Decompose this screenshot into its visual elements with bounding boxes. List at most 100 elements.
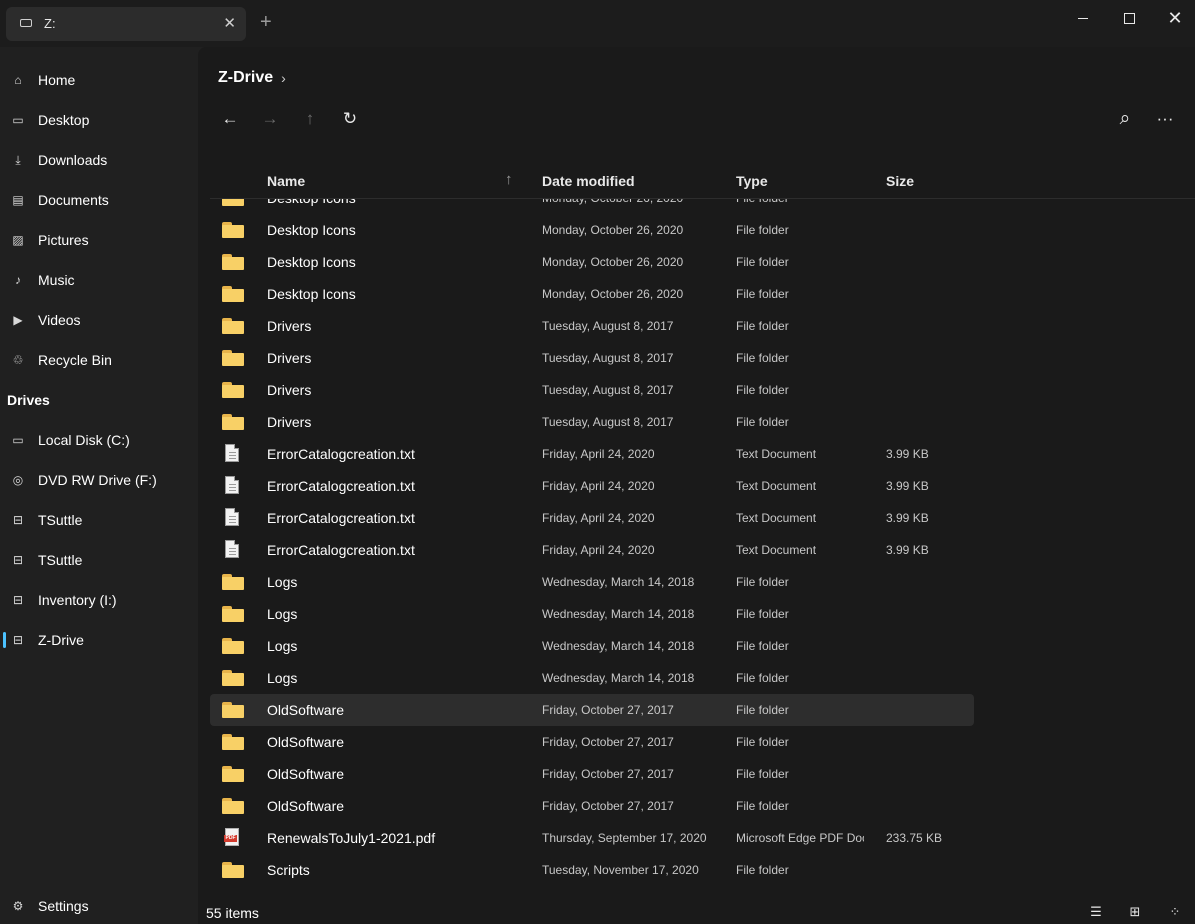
tab-close-icon[interactable]: ✕ bbox=[223, 14, 236, 32]
sidebar-drive-local-disk-c[interactable]: ▭ Local Disk (C:) bbox=[0, 422, 198, 458]
file-name: OldSoftware bbox=[267, 766, 345, 782]
main-pane: Z-Drive › ← → ↑ ↻ ⌕ ··· Name ↑ Date modi… bbox=[198, 47, 1195, 924]
forward-button[interactable]: → bbox=[258, 107, 282, 131]
column-header-name[interactable]: Name bbox=[267, 173, 305, 189]
file-type: File folder bbox=[736, 575, 789, 589]
sidebar-drive-tsuttle[interactable]: ⊟ TSuttle bbox=[0, 502, 198, 538]
file-row[interactable]: OldSoftware Friday, October 27, 2017 File … bbox=[210, 726, 974, 758]
file-type: File folder bbox=[736, 383, 789, 397]
file-row[interactable]: Drivers Tuesday, August 8, 2017 File folde… bbox=[210, 406, 974, 438]
sidebar-drive-tsuttle[interactable]: ⊟ TSuttle bbox=[0, 542, 198, 578]
file-type: Microsoft Edge PDF Document bbox=[736, 831, 864, 845]
sidebar-item-desktop[interactable]: ▭ Desktop bbox=[0, 102, 198, 138]
file-name: Drivers bbox=[267, 414, 312, 430]
file-size: 3.99 KB bbox=[886, 447, 929, 461]
minimize-button[interactable] bbox=[1068, 6, 1098, 30]
file-name: ErrorCatalogcreation.txt bbox=[267, 542, 415, 558]
file-name: Logs bbox=[267, 574, 298, 590]
column-header-type[interactable]: Type bbox=[736, 173, 768, 189]
title-bar: Z: ✕ + ✕ bbox=[0, 0, 1195, 47]
folder-icon bbox=[222, 605, 244, 623]
file-type: File folder bbox=[736, 735, 789, 749]
close-window-button[interactable]: ✕ bbox=[1160, 6, 1190, 30]
sidebar-drive-dvd-rw-drive-f[interactable]: ◎ DVD RW Drive (F:) bbox=[0, 462, 198, 498]
folder-icon bbox=[222, 349, 244, 367]
pdf-file-icon: PDF bbox=[224, 828, 239, 846]
details-view-icon[interactable]: ☰ bbox=[1087, 903, 1105, 921]
new-tab-button[interactable]: + bbox=[260, 11, 272, 34]
file-row[interactable]: ErrorCatalogcreation.txt Friday, April 24… bbox=[210, 470, 974, 502]
file-name: Drivers bbox=[267, 318, 312, 334]
file-row[interactable]: Drivers Tuesday, August 8, 2017 File folde… bbox=[210, 310, 974, 342]
breadcrumb-item-z-drive[interactable]: Z-Drive bbox=[218, 69, 273, 87]
file-row[interactable]: Desktop Icons Monday, October 26, 2020 Fil… bbox=[210, 214, 974, 246]
file-row[interactable]: ErrorCatalogcreation.txt Friday, April 24… bbox=[210, 438, 974, 470]
network-drive-icon: ⊟ bbox=[12, 513, 24, 527]
network-drive-icon: ⊟ bbox=[12, 593, 24, 607]
refresh-button[interactable]: ↻ bbox=[338, 107, 362, 131]
item-count: 55 items bbox=[206, 905, 259, 921]
settings-button[interactable]: ⚙ Settings bbox=[0, 888, 198, 924]
file-name: Logs bbox=[267, 638, 298, 654]
file-row[interactable]: Logs Wednesday, March 14, 2018 File folder bbox=[210, 630, 974, 662]
desktop-icon: ▭ bbox=[12, 113, 24, 127]
file-row[interactable]: Drivers Tuesday, August 8, 2017 File folde… bbox=[210, 374, 974, 406]
maximize-button[interactable] bbox=[1114, 6, 1144, 30]
back-button[interactable]: ← bbox=[218, 107, 242, 131]
up-button[interactable]: ↑ bbox=[298, 107, 322, 131]
sidebar-drive-inventory-i[interactable]: ⊟ Inventory (I:) bbox=[0, 582, 198, 618]
file-row[interactable]: ErrorCatalogcreation.txt Friday, April 24… bbox=[210, 534, 974, 566]
file-row[interactable]: Drivers Tuesday, August 8, 2017 File folde… bbox=[210, 342, 974, 374]
file-row[interactable]: OldSoftware Friday, October 27, 2017 File … bbox=[210, 758, 974, 790]
file-row[interactable]: Scripts Tuesday, November 17, 2020 File fo… bbox=[210, 854, 974, 886]
column-header-size[interactable]: Size bbox=[886, 173, 914, 189]
sidebar-drive-z-drive[interactable]: ⊟ Z-Drive bbox=[0, 622, 198, 658]
file-type: Text Document bbox=[736, 447, 817, 461]
picture-icon: ▨ bbox=[12, 233, 24, 247]
file-date: Tuesday, August 8, 2017 bbox=[542, 415, 674, 429]
file-row[interactable]: Desktop Icons Monday, October 26, 2020 Fil… bbox=[210, 246, 974, 278]
sidebar-item-documents[interactable]: ▤ Documents bbox=[0, 182, 198, 218]
sort-ascending-icon[interactable]: ↑ bbox=[505, 171, 513, 188]
more-options-button[interactable]: ··· bbox=[1153, 107, 1177, 131]
sidebar-item-downloads[interactable]: ⤓ Downloads bbox=[0, 142, 198, 178]
file-type: File folder bbox=[736, 639, 789, 653]
column-header-date[interactable]: Date modified bbox=[542, 173, 635, 189]
file-name: RenewalsToJuly1-2021.pdf bbox=[267, 830, 436, 846]
sidebar-item-label: Downloads bbox=[38, 152, 108, 168]
chevron-right-icon[interactable]: › bbox=[281, 70, 286, 86]
file-row[interactable]: Logs Wednesday, March 14, 2018 File folder bbox=[210, 662, 974, 694]
folder-icon bbox=[222, 669, 244, 687]
file-row[interactable]: Desktop Icons Monday, October 26, 2020 Fil… bbox=[210, 199, 974, 214]
file-row[interactable]: Logs Wednesday, March 14, 2018 File folder bbox=[210, 598, 974, 630]
layout-view-icon[interactable]: ⊞ bbox=[1126, 903, 1144, 921]
file-row[interactable]: PDF RenewalsToJuly1-2021.pdf Thursday, Sep… bbox=[210, 822, 974, 854]
file-list[interactable]: Desktop Icons Monday, October 26, 2020 Fil… bbox=[210, 199, 1195, 888]
file-row[interactable]: ErrorCatalogcreation.txt Friday, April 24… bbox=[210, 502, 974, 534]
sidebar-item-recycle-bin[interactable]: ♲ Recycle Bin bbox=[0, 342, 198, 378]
sidebar-item-label: Desktop bbox=[38, 112, 90, 128]
file-date: Wednesday, March 14, 2018 bbox=[542, 639, 695, 653]
sidebar-item-music[interactable]: ♪ Music bbox=[0, 262, 198, 298]
sidebar-item-home[interactable]: ⌂ Home bbox=[0, 62, 198, 98]
file-date: Monday, October 26, 2020 bbox=[542, 199, 683, 205]
folder-icon bbox=[222, 381, 244, 399]
sidebar-item-videos[interactable]: ▶ Videos bbox=[0, 302, 198, 338]
file-date: Tuesday, August 8, 2017 bbox=[542, 319, 674, 333]
tab-z-drive[interactable]: Z: ✕ bbox=[6, 7, 246, 41]
file-row[interactable]: OldSoftware Friday, October 27, 2017 File … bbox=[210, 694, 974, 726]
file-row[interactable]: OldSoftware Friday, October 27, 2017 File … bbox=[210, 790, 974, 822]
drives-section-title: Drives bbox=[7, 392, 50, 408]
file-size: 233.75 KB bbox=[886, 831, 943, 845]
file-type: File folder bbox=[736, 415, 789, 429]
sidebar-item-pictures[interactable]: ▨ Pictures bbox=[0, 222, 198, 258]
file-date: Friday, April 24, 2020 bbox=[542, 479, 655, 493]
file-row[interactable]: Logs Wednesday, March 14, 2018 File folder bbox=[210, 566, 974, 598]
folder-icon bbox=[222, 765, 244, 783]
file-row[interactable]: Desktop Icons Monday, October 26, 2020 Fil… bbox=[210, 278, 974, 310]
text-file-icon bbox=[225, 444, 239, 462]
file-name: OldSoftware bbox=[267, 798, 345, 814]
search-button[interactable]: ⌕ bbox=[1113, 107, 1137, 131]
file-type: File folder bbox=[736, 223, 789, 237]
file-name: Drivers bbox=[267, 382, 312, 398]
